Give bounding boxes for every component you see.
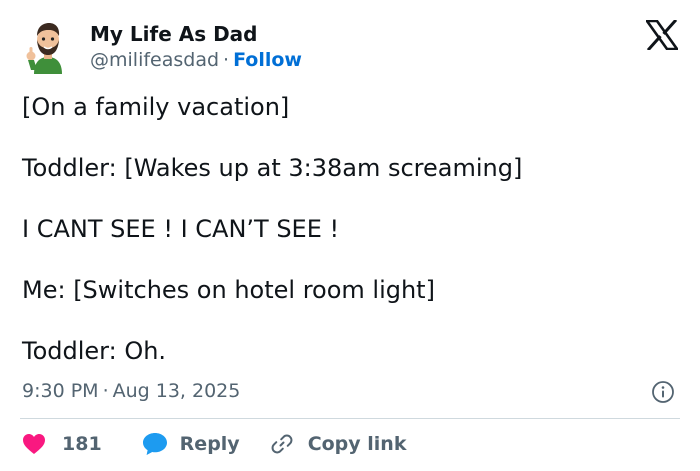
tweet-actions: 181 Reply Copy link: [22, 428, 406, 460]
author-handle-line: @milifeasdad · Follow: [90, 49, 302, 71]
speech-bubble-icon: [142, 433, 167, 455]
tweet-line: Toddler: [Wakes up at 3:38am screaming]: [22, 154, 523, 182]
tweet-time: 9:30 PM: [22, 380, 99, 402]
tweet-date: Aug 13, 2025: [112, 380, 241, 402]
timestamp-separator: ·: [102, 380, 109, 402]
avatar[interactable]: [20, 18, 76, 74]
heart-icon: [23, 434, 45, 454]
avatar-illustration: [26, 23, 62, 74]
tweet-line: Me: [Switches on hotel room light]: [22, 276, 435, 304]
handle-separator: ·: [223, 49, 230, 71]
tweet-line: Toddler: Oh.: [22, 337, 167, 365]
follow-link[interactable]: Follow: [233, 49, 302, 71]
reply-button[interactable]: Reply: [142, 432, 240, 456]
like-button[interactable]: 181: [22, 433, 102, 455]
author-handle[interactable]: @milifeasdad: [90, 49, 219, 71]
copy-link-button[interactable]: Copy link: [270, 432, 407, 456]
tweet-text: [On a family vacation] Toddler: [Wakes u…: [22, 92, 682, 397]
reply-label: Reply: [179, 433, 240, 455]
x-logo-icon[interactable]: [644, 18, 680, 52]
info-icon[interactable]: [651, 380, 675, 404]
copy-link-label: Copy link: [307, 433, 407, 455]
link-icon: [271, 434, 293, 454]
tweet-embed-card: My Life As Dad @milifeasdad · Follow [On a…: [0, 0, 700, 471]
like-count: 181: [62, 433, 102, 455]
author-name[interactable]: My Life As Dad: [90, 22, 258, 46]
tweet-line: [On a family vacation]: [22, 93, 290, 121]
timestamp-link[interactable]: 9:30 PM · Aug 13, 2025: [22, 380, 240, 402]
divider: [20, 418, 680, 419]
tweet-line: I CANT SEE ! I CAN’T SEE !: [22, 215, 340, 243]
